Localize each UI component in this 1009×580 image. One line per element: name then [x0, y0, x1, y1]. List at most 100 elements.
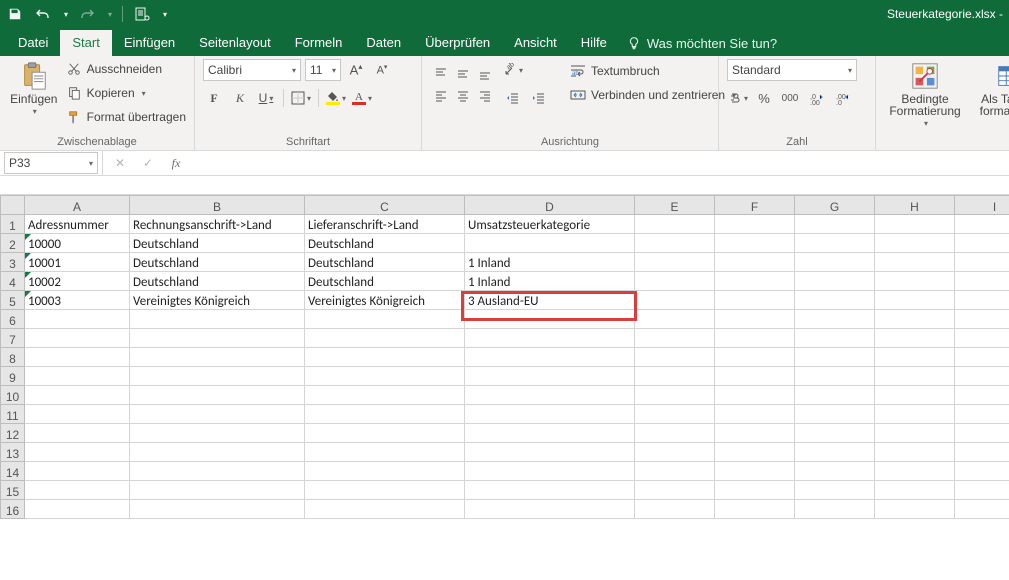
qat-customize-icon[interactable]: ▾ [163, 10, 167, 19]
cell-D4[interactable]: 1 Inland [465, 272, 635, 291]
cell-E10[interactable] [635, 386, 715, 405]
cell-D12[interactable] [465, 424, 635, 443]
tab-einfuegen[interactable]: Einfügen [112, 30, 187, 56]
font-name-selector[interactable]: Calibri ▾ [203, 59, 301, 81]
cell-G1[interactable] [795, 215, 875, 234]
borders-button[interactable]: ▾ [290, 87, 312, 109]
cell-I12[interactable] [955, 424, 1009, 443]
cell-E12[interactable] [635, 424, 715, 443]
row-header-1[interactable]: 1 [1, 215, 25, 234]
cell-I9[interactable] [955, 367, 1009, 386]
cell-D5[interactable]: 3 Ausland-EU [465, 291, 635, 310]
cell-C9[interactable] [305, 367, 465, 386]
cell-A10[interactable] [25, 386, 130, 405]
cell-G13[interactable] [795, 443, 875, 462]
row-header-10[interactable]: 10 [1, 386, 25, 405]
conditional-formatting-button[interactable]: Bedingte Formatierung ▾ [884, 59, 966, 128]
cell-B3[interactable]: Deutschland [130, 253, 305, 272]
format-painter-button[interactable]: Format übertragen [66, 107, 186, 127]
col-header-D[interactable]: D [465, 196, 635, 215]
col-header-B[interactable]: B [130, 196, 305, 215]
cell-G11[interactable] [795, 405, 875, 424]
tab-datei[interactable]: Datei [6, 30, 60, 56]
align-right-button[interactable] [474, 85, 496, 107]
cell-F10[interactable] [715, 386, 795, 405]
name-box[interactable]: P33 ▾ [4, 152, 98, 174]
cell-B15[interactable] [130, 481, 305, 500]
cell-I13[interactable] [955, 443, 1009, 462]
cell-F11[interactable] [715, 405, 795, 424]
tab-start[interactable]: Start [60, 30, 111, 56]
align-top-button[interactable] [430, 63, 452, 85]
cell-G8[interactable] [795, 348, 875, 367]
cell-H1[interactable] [875, 215, 955, 234]
cell-B6[interactable] [130, 310, 305, 329]
cell-C13[interactable] [305, 443, 465, 462]
cell-A8[interactable] [25, 348, 130, 367]
col-header-I[interactable]: I [955, 196, 1009, 215]
row-header-2[interactable]: 2 [1, 234, 25, 253]
cell-B7[interactable] [130, 329, 305, 348]
decrease-font-button[interactable]: A▾ [371, 59, 393, 81]
cell-B4[interactable]: Deutschland [130, 272, 305, 291]
cell-H5[interactable] [875, 291, 955, 310]
cell-A14[interactable] [25, 462, 130, 481]
undo-icon[interactable] [34, 5, 52, 23]
tab-daten[interactable]: Daten [354, 30, 413, 56]
cell-G5[interactable] [795, 291, 875, 310]
cancel-formula-button[interactable]: ✕ [109, 152, 131, 174]
cell-D6[interactable] [465, 310, 635, 329]
cell-B10[interactable] [130, 386, 305, 405]
align-bottom-button[interactable] [474, 63, 496, 85]
cell-F4[interactable] [715, 272, 795, 291]
tab-ansicht[interactable]: Ansicht [502, 30, 569, 56]
cell-F2[interactable] [715, 234, 795, 253]
formula-input[interactable] [193, 153, 1009, 173]
row-header-14[interactable]: 14 [1, 462, 25, 481]
cell-C14[interactable] [305, 462, 465, 481]
row-header-4[interactable]: 4 [1, 272, 25, 291]
cell-C2[interactable]: Deutschland [305, 234, 465, 253]
redo-dropdown-icon[interactable]: ▾ [108, 10, 112, 19]
font-size-selector[interactable]: 11 ▾ [305, 59, 341, 81]
cell-D13[interactable] [465, 443, 635, 462]
cell-F7[interactable] [715, 329, 795, 348]
cell-E11[interactable] [635, 405, 715, 424]
format-as-table-button[interactable]: Als Tabelle formatieren ▾ [972, 59, 1009, 128]
decrease-indent-button[interactable] [502, 87, 524, 109]
cell-C11[interactable] [305, 405, 465, 424]
cell-A15[interactable] [25, 481, 130, 500]
cell-I3[interactable] [955, 253, 1009, 272]
cell-D8[interactable] [465, 348, 635, 367]
cell-A3[interactable]: 10001 [25, 253, 130, 272]
cell-B9[interactable] [130, 367, 305, 386]
cell-B1[interactable]: Rechnungsanschrift->Land [130, 215, 305, 234]
touch-mode-icon[interactable] [133, 5, 151, 23]
row-header-12[interactable]: 12 [1, 424, 25, 443]
cell-F15[interactable] [715, 481, 795, 500]
cell-G14[interactable] [795, 462, 875, 481]
cell-F8[interactable] [715, 348, 795, 367]
row-header-3[interactable]: 3 [1, 253, 25, 272]
row-header-11[interactable]: 11 [1, 405, 25, 424]
thousands-format-button[interactable]: 000 [779, 87, 801, 109]
row-header-15[interactable]: 15 [1, 481, 25, 500]
cell-G2[interactable] [795, 234, 875, 253]
cell-C15[interactable] [305, 481, 465, 500]
save-icon[interactable] [6, 5, 24, 23]
cell-E5[interactable] [635, 291, 715, 310]
cell-F3[interactable] [715, 253, 795, 272]
cell-G3[interactable] [795, 253, 875, 272]
cell-F14[interactable] [715, 462, 795, 481]
cell-E7[interactable] [635, 329, 715, 348]
number-format-selector[interactable]: Standard ▾ [727, 59, 857, 81]
cell-C12[interactable] [305, 424, 465, 443]
cell-G12[interactable] [795, 424, 875, 443]
cell-B8[interactable] [130, 348, 305, 367]
cell-I5[interactable] [955, 291, 1009, 310]
cell-H3[interactable] [875, 253, 955, 272]
col-header-A[interactable]: A [25, 196, 130, 215]
cell-A4[interactable]: 10002 [25, 272, 130, 291]
cell-G7[interactable] [795, 329, 875, 348]
row-header-6[interactable]: 6 [1, 310, 25, 329]
